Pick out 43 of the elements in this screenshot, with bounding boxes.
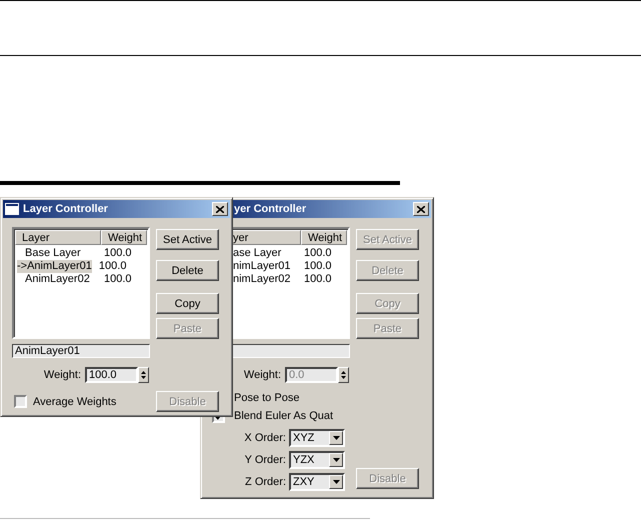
checkbox[interactable] xyxy=(14,395,27,408)
dropdown-arrow-icon xyxy=(332,480,340,484)
order-label: Y Order: xyxy=(244,454,286,466)
up-down-arrows-icon xyxy=(341,370,346,380)
list-item[interactable]: Base Layer xyxy=(17,247,101,260)
dropdown-arrow-icon xyxy=(332,458,340,462)
weight-value: 100.0 xyxy=(98,260,126,273)
weight-value: 100.0 xyxy=(103,273,132,286)
weight-value: 100.0 xyxy=(103,247,132,260)
spinner[interactable] xyxy=(138,367,149,383)
window-title: Layer Controller xyxy=(23,203,108,215)
weight-label: Weight: xyxy=(44,369,81,381)
dropdown-arrow-icon xyxy=(332,436,340,440)
weight-label: Weight: xyxy=(244,369,281,381)
window-icon xyxy=(5,203,19,215)
weight-value: 100.0 xyxy=(303,273,332,286)
list-item[interactable]: ->AnimLayer01 xyxy=(17,260,92,273)
order-label: X Order: xyxy=(243,432,286,444)
option-label: Blend Euler As Quat xyxy=(234,410,334,422)
close-icon xyxy=(216,206,224,212)
order-label: Z Order: xyxy=(244,476,286,488)
spinner[interactable] xyxy=(338,367,349,383)
order-dropdown[interactable]: ZXY xyxy=(289,473,345,491)
action-button[interactable]: Copy xyxy=(156,293,219,314)
close-icon xyxy=(417,206,425,212)
weight-field[interactable]: 100.0 xyxy=(85,367,138,383)
window-title: yer Controller xyxy=(234,203,306,215)
close-button[interactable] xyxy=(212,202,228,216)
name-field[interactable]: AnimLayer01 xyxy=(12,344,150,358)
action-button[interactable]: Set Active xyxy=(156,229,219,250)
weight-value: 100.0 xyxy=(303,260,332,273)
order-dropdown[interactable]: XYZ xyxy=(289,429,345,447)
close-button[interactable] xyxy=(413,202,429,216)
weight-value: 100.0 xyxy=(303,247,332,260)
order-dropdown[interactable]: YZX xyxy=(289,451,345,469)
column-header[interactable]: Layer xyxy=(15,230,101,245)
up-down-arrows-icon xyxy=(141,370,146,380)
option-label: Pose to Pose xyxy=(234,392,300,404)
column-header[interactable]: Weight xyxy=(301,230,347,245)
action-button[interactable]: Delete xyxy=(156,260,219,281)
list-item[interactable]: AnimLayer02 xyxy=(17,273,101,286)
option-label: Average Weights xyxy=(33,396,116,408)
column-header[interactable]: Weight xyxy=(101,230,147,245)
